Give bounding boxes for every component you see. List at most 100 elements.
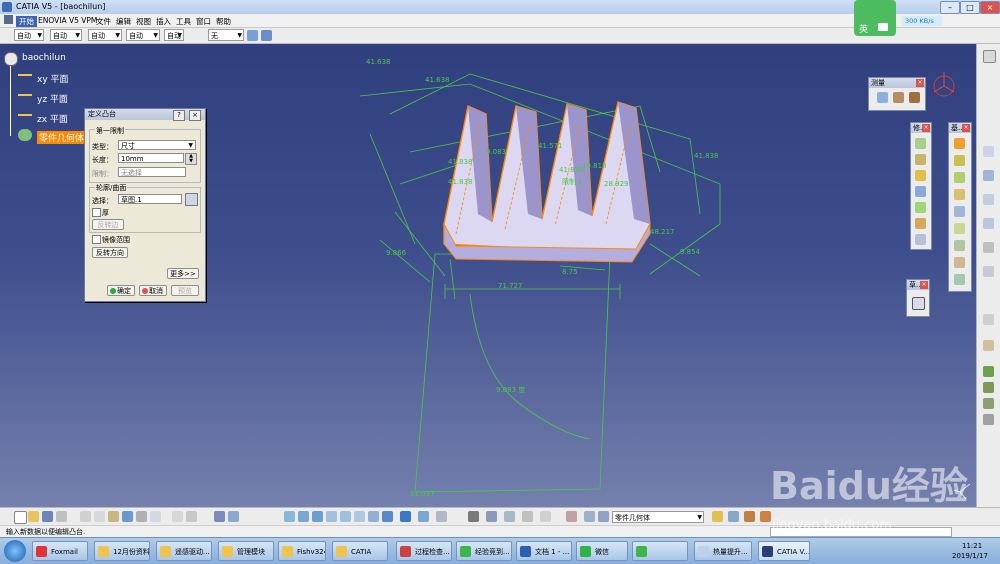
point-tool-icon[interactable]	[983, 242, 994, 253]
menu-file[interactable]: 文件	[96, 16, 111, 27]
open-icon[interactable]	[28, 511, 39, 522]
transparency-combo[interactable]: 自动 ▼	[50, 29, 82, 41]
menu-edit[interactable]: 编辑	[116, 16, 131, 27]
bool-icon[interactable]	[566, 511, 577, 522]
measure-toolbar-close[interactable]: ×	[916, 79, 924, 87]
print-icon[interactable]	[56, 511, 67, 522]
clock-date[interactable]: 2019/1/17	[952, 552, 988, 560]
loft-icon[interactable]	[954, 274, 965, 285]
fit-all-icon[interactable]	[312, 511, 323, 522]
shell-icon[interactable]	[915, 186, 926, 197]
publication-icon[interactable]	[983, 398, 994, 409]
body-select[interactable]: 零件几何体 ▼	[612, 511, 704, 523]
tree-root[interactable]: baochilun	[22, 53, 66, 63]
task-app[interactable]	[632, 541, 688, 561]
paste-icon[interactable]	[108, 511, 119, 522]
task-browser[interactable]: 经验竞到...	[456, 541, 512, 561]
layer-combo[interactable]: 无 ▼	[208, 29, 244, 41]
tree-zx-plane[interactable]: zx 平面	[37, 112, 68, 125]
sketch-edit-icon[interactable]	[185, 193, 198, 206]
cut-icon[interactable]	[80, 511, 91, 522]
copy-icon[interactable]	[94, 511, 105, 522]
slot-icon[interactable]	[954, 240, 965, 251]
line-tool-icon[interactable]	[983, 218, 994, 229]
fly-icon[interactable]	[983, 146, 994, 157]
axis-tool-icon[interactable]	[983, 266, 994, 277]
knowledge-icon[interactable]	[983, 414, 994, 425]
length-input[interactable]: 10mm	[118, 153, 184, 163]
smooth-icon[interactable]	[712, 511, 723, 522]
measure-between-icon[interactable]	[877, 92, 888, 103]
task-folder-3[interactable]: 管理模块	[218, 541, 274, 561]
task-folder-1[interactable]: 12月份资料	[94, 541, 150, 561]
point-type-combo[interactable]: 自动 ▼	[164, 29, 184, 41]
dim-1[interactable]: 41.638	[366, 58, 391, 66]
properties-icon[interactable]	[261, 30, 272, 41]
pad-icon[interactable]	[954, 138, 965, 149]
dim-8[interactable]: 8.75	[562, 268, 578, 276]
select-field[interactable]: 草图.1	[118, 194, 182, 204]
dim-9[interactable]: 71.727	[498, 282, 523, 290]
sketcher-toolbar-close[interactable]: ×	[920, 281, 928, 289]
minimize-button[interactable]: –	[940, 1, 960, 14]
mirror-checkbox[interactable]	[92, 235, 101, 244]
menu-enovia[interactable]: ENOVIA V5 VPM	[38, 16, 97, 25]
ime-widget[interactable]: 英	[854, 0, 896, 36]
sketcher-nav-icon[interactable]	[983, 170, 994, 181]
dim-7[interactable]: 9.854	[680, 248, 701, 256]
shaft-icon[interactable]	[954, 172, 965, 183]
normal-view-icon[interactable]	[354, 511, 365, 522]
tray-icons[interactable]	[820, 546, 940, 556]
cancel-button[interactable]: 取消	[139, 285, 167, 296]
dim-15[interactable]: 48.217	[650, 228, 675, 236]
groove-icon[interactable]	[954, 189, 965, 200]
sketch-based-toolbar-close[interactable]: ×	[962, 124, 970, 132]
dressup-toolbar-close[interactable]: ×	[922, 124, 930, 132]
remove-face-icon[interactable]	[915, 234, 926, 245]
material-icon[interactable]	[760, 511, 771, 522]
hide-show-icon[interactable]	[418, 511, 429, 522]
catalog-icon[interactable]	[983, 382, 994, 393]
close-button[interactable]: ×	[980, 1, 1000, 14]
menu-window[interactable]: 窗口	[196, 16, 211, 27]
rib-icon[interactable]	[954, 223, 965, 234]
menu-view[interactable]: 视图	[136, 16, 151, 27]
menu-start[interactable]: 开始	[16, 16, 37, 27]
law-icon[interactable]	[186, 511, 197, 522]
task-word[interactable]: 文档 1 - ...	[516, 541, 572, 561]
image-icon[interactable]	[728, 511, 739, 522]
pocket-icon[interactable]	[954, 155, 965, 166]
measure-item-icon[interactable]	[893, 92, 904, 103]
measure-icon[interactable]	[468, 511, 479, 522]
save-icon[interactable]	[42, 511, 53, 522]
hole-icon[interactable]	[954, 206, 965, 217]
line-thickness-combo[interactable]: 自动 ▼	[88, 29, 122, 41]
zoom-in-icon[interactable]	[326, 511, 337, 522]
iso-view-icon[interactable]	[382, 511, 393, 522]
task-doc[interactable]: 热量提升...	[694, 541, 752, 561]
apply-material-icon[interactable]	[983, 366, 994, 377]
draft-icon[interactable]	[915, 170, 926, 181]
thread-icon[interactable]	[915, 218, 926, 229]
dim-18[interactable]: 限制 1	[562, 177, 583, 186]
dim-10[interactable]: 9.083	[486, 148, 506, 156]
thick-checkbox[interactable]	[92, 208, 101, 217]
dialog-close-button[interactable]: ×	[189, 110, 201, 121]
plane-tool-icon[interactable]	[983, 194, 994, 205]
table-icon[interactable]	[214, 511, 225, 522]
dim-16[interactable]: 19.818	[582, 162, 607, 170]
task-folder-5[interactable]: CATIA	[332, 541, 388, 561]
clock-time[interactable]: 11:21	[962, 542, 982, 550]
stiffener-icon[interactable]	[954, 257, 965, 268]
whats-this-icon[interactable]	[150, 511, 161, 522]
dim-14[interactable]: 9.083 度	[496, 385, 525, 394]
ok-button[interactable]: 确定	[107, 285, 135, 296]
length-spinner[interactable]: ▲ ▼	[185, 153, 197, 165]
dim-12[interactable]: 41.571	[538, 142, 563, 150]
reverse-direction-button[interactable]: 反转方向	[92, 247, 128, 258]
menu-tools[interactable]: 工具	[176, 16, 191, 27]
type-select[interactable]: 尺寸 ▼	[118, 140, 196, 150]
painter-icon[interactable]	[247, 30, 258, 41]
new-icon[interactable]	[14, 511, 27, 524]
maximize-button[interactable]: □	[960, 1, 980, 14]
